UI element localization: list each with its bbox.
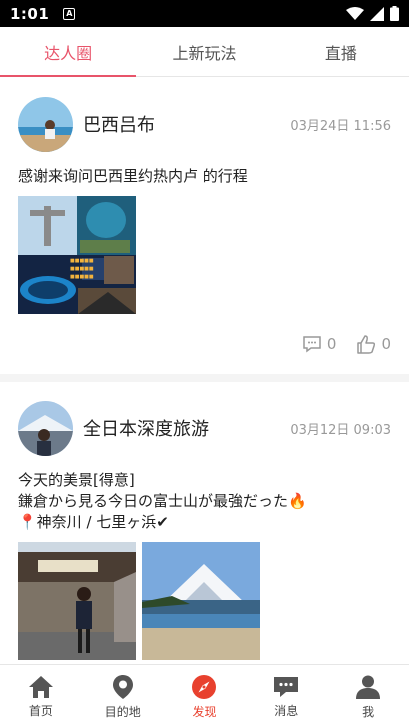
post-header: 巴西吕布 03月24日 11:56 [18, 96, 391, 152]
notification-a-icon: A [63, 7, 76, 20]
nav-destination[interactable]: 目的地 [82, 665, 164, 728]
post-actions: 0 0 [18, 314, 391, 374]
photo-grid: ■■■■■ ■■■■■ ■■■■■ [18, 196, 391, 314]
comment-button[interactable]: 0 [302, 335, 337, 353]
post-header: 全日本深度旅游 03月12日 09:03 [18, 400, 391, 456]
tab-experts[interactable]: 达人圈 [0, 27, 137, 77]
post-date: 03月24日 11:56 [290, 118, 391, 134]
post-photo[interactable]: ■■■■■ ■■■■■ ■■■■■ [18, 196, 136, 314]
nav-discover[interactable]: 发现 [164, 665, 246, 728]
nav-messages[interactable]: 消息 [245, 665, 327, 728]
svg-text:■■■■■: ■■■■■ [70, 274, 94, 280]
post-photo[interactable] [18, 542, 136, 660]
thumbs-up-icon [357, 334, 376, 354]
compass-icon [192, 674, 217, 699]
post-card[interactable]: 巴西吕布 03月24日 11:56 感谢来询问巴西里约热内卢 的行程 ■■■■■… [0, 78, 409, 374]
author-name[interactable]: 全日本深度旅游 [83, 415, 209, 441]
status-bar: 1:01 A [0, 0, 409, 27]
post-date: 03月12日 09:03 [290, 422, 391, 438]
battery-icon [390, 6, 399, 21]
status-time: 1:01 [10, 4, 50, 23]
svg-text:■■■■■: ■■■■■ [70, 266, 94, 272]
nav-destination-label: 目的地 [104, 704, 141, 719]
author-name[interactable]: 巴西吕布 [83, 111, 155, 137]
nav-me-label: 我 [362, 704, 375, 719]
nav-home-label: 首页 [28, 703, 53, 718]
feed[interactable]: 巴西吕布 03月24日 11:56 感谢来询问巴西里约热内卢 的行程 ■■■■■… [0, 78, 409, 664]
comment-icon [303, 336, 321, 353]
post-text: 感谢来询问巴西里约热内卢 的行程 [18, 167, 248, 185]
nav-messages-label: 消息 [274, 703, 299, 718]
nav-discover-label: 发现 [192, 704, 217, 719]
like-count: 0 [381, 335, 391, 353]
svg-text:■■■■■: ■■■■■ [70, 258, 94, 264]
like-button[interactable]: 0 [356, 334, 391, 354]
bottom-nav: 首页 目的地 发现 消息 我 [0, 664, 409, 728]
wifi-icon [346, 6, 364, 20]
post-text: 今天的美景[得意] 鎌倉から見る今日の富士山が最強だった🔥 📍神奈川 / 七里ヶ… [18, 471, 307, 531]
person-icon [356, 675, 381, 699]
top-tabs: 达人圈 上新玩法 直播 [0, 27, 409, 77]
location-pin-icon [112, 674, 133, 699]
tab-live[interactable]: 直播 [273, 27, 409, 76]
avatar[interactable] [18, 96, 73, 152]
post-photo[interactable] [142, 542, 260, 660]
home-icon [28, 675, 53, 698]
avatar[interactable] [18, 400, 73, 456]
photo-grid [18, 542, 391, 660]
nav-me[interactable]: 我 [327, 665, 409, 728]
chat-bubble-icon [274, 676, 299, 697]
tab-new-activities[interactable]: 上新玩法 [136, 27, 272, 76]
nav-home[interactable]: 首页 [0, 665, 82, 728]
comment-count: 0 [326, 335, 337, 353]
signal-icon [370, 6, 384, 21]
post-card[interactable]: 全日本深度旅游 03月12日 09:03 今天的美景[得意] 鎌倉から見る今日の… [0, 382, 409, 664]
